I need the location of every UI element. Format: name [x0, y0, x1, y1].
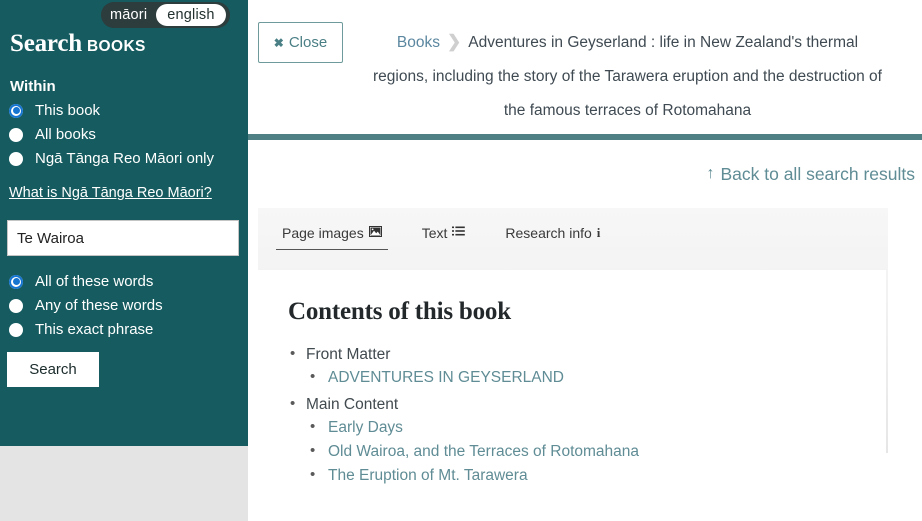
toc-section: Front Matter ADVENTURES IN GEYSERLAND [288, 343, 862, 393]
breadcrumb-text: Books ❯ Adventures in Geyserland : life in… [369, 25, 886, 128]
toc-item[interactable]: Early Days [306, 416, 862, 440]
language-toggle[interactable]: māori english [101, 2, 230, 28]
within-option-label: Ngā Tānga Reo Māori only [35, 150, 214, 167]
match-type-group: All of these words Any of these words Th… [0, 256, 248, 338]
radio-icon-exact-phrase[interactable] [9, 322, 23, 337]
tab-research-info-label: Research info [505, 225, 592, 241]
language-option-english[interactable]: english [156, 4, 226, 26]
radio-icon-nga-tanga[interactable] [9, 151, 23, 166]
app-root: māori english Search BOOKS Within This bo… [0, 0, 922, 521]
toc-item[interactable]: ADVENTURES IN GEYSERLAND [306, 366, 862, 390]
radio-icon-this-book[interactable] [9, 103, 23, 118]
close-x-icon: ✖ [273, 35, 284, 50]
tab-bar: Page images Text Research info i [258, 222, 922, 250]
language-option-maori[interactable]: māori [101, 2, 156, 28]
within-option-label: This book [35, 102, 101, 119]
radio-icon-all-books[interactable] [9, 127, 23, 142]
within-label: Within [10, 78, 56, 95]
toc-section-label: Front Matter [306, 346, 391, 363]
radio-icon-any-words[interactable] [9, 298, 23, 313]
radio-icon-all-words[interactable] [9, 274, 23, 289]
close-button[interactable]: ✖ Close [258, 22, 343, 63]
chevron-right-icon: ❯ [447, 32, 462, 51]
match-option-all-words[interactable]: All of these words [0, 266, 248, 290]
list-icon [452, 226, 466, 240]
sidebar-column: māori english Search BOOKS Within This bo… [0, 0, 248, 521]
page-title-main: Search [10, 30, 82, 57]
toc-item[interactable]: The Eruption of Mt. Tarawera [306, 464, 862, 488]
main-area: ✖ Close Books ❯ Adventures in Geyserland :… [248, 0, 922, 521]
toc-children: ADVENTURES IN GEYSERLAND [306, 366, 862, 390]
page-title-sub: BOOKS [86, 38, 146, 55]
toc-item[interactable]: Old Wairoa, and the Terraces of Rotomaha… [306, 440, 862, 464]
match-option-label: This exact phrase [35, 321, 154, 338]
within-option-label: All books [35, 126, 96, 143]
within-option-all-books[interactable]: All books [0, 119, 248, 143]
breadcrumb: Books ❯ Adventures in Geyserland : life in… [343, 18, 908, 134]
within-option-this-book[interactable]: This book [0, 95, 248, 119]
close-button-label: Close [288, 34, 328, 51]
tab-text[interactable]: Text [416, 222, 472, 249]
image-icon [368, 226, 382, 240]
what-is-nga-tanga-link[interactable]: What is Ngā Tānga Reo Māori? [0, 167, 248, 201]
toc-section-label: Main Content [306, 396, 399, 413]
tab-page-images-label: Page images [282, 225, 364, 241]
tab-research-info[interactable]: Research info i [499, 222, 606, 249]
match-option-label: All of these words [35, 273, 154, 290]
toc-children: Early Days Old Wairoa, and the Terraces … [306, 416, 862, 488]
tab-page-images[interactable]: Page images [276, 222, 388, 250]
top-bar: ✖ Close Books ❯ Adventures in Geyserland :… [248, 0, 922, 134]
tab-text-label: Text [421, 225, 448, 241]
contents-heading: Contents of this book [288, 298, 511, 325]
back-to-search-results-link[interactable]: ↑ Back to all search results [706, 164, 915, 185]
table-of-contents: Front Matter ADVENTURES IN GEYSERLAND Ma… [288, 343, 862, 491]
toc-section: Main Content Early Days Old Wairoa, and … [288, 393, 862, 491]
tabs-area: Page images Text Research info i Content… [258, 208, 922, 501]
search-sidebar: māori english Search BOOKS Within This bo… [0, 0, 248, 446]
match-option-label: Any of these words [35, 297, 163, 314]
info-icon: i [596, 225, 601, 240]
right-gutter [888, 208, 922, 521]
up-arrow-icon: ↑ [706, 165, 715, 182]
match-option-any-words[interactable]: Any of these words [0, 290, 248, 314]
search-button[interactable]: Search [7, 352, 99, 387]
within-option-nga-tanga-reo-maori[interactable]: Ngā Tānga Reo Māori only [0, 143, 248, 167]
breadcrumb-books-link[interactable]: Books [397, 34, 440, 51]
match-option-exact-phrase[interactable]: This exact phrase [0, 314, 248, 338]
contents-card: Contents of this book Front Matter ADVEN… [258, 270, 886, 501]
back-link-label: Back to all search results [720, 163, 915, 184]
search-input[interactable] [7, 220, 239, 256]
back-bar: ↑ Back to all search results [248, 140, 922, 208]
